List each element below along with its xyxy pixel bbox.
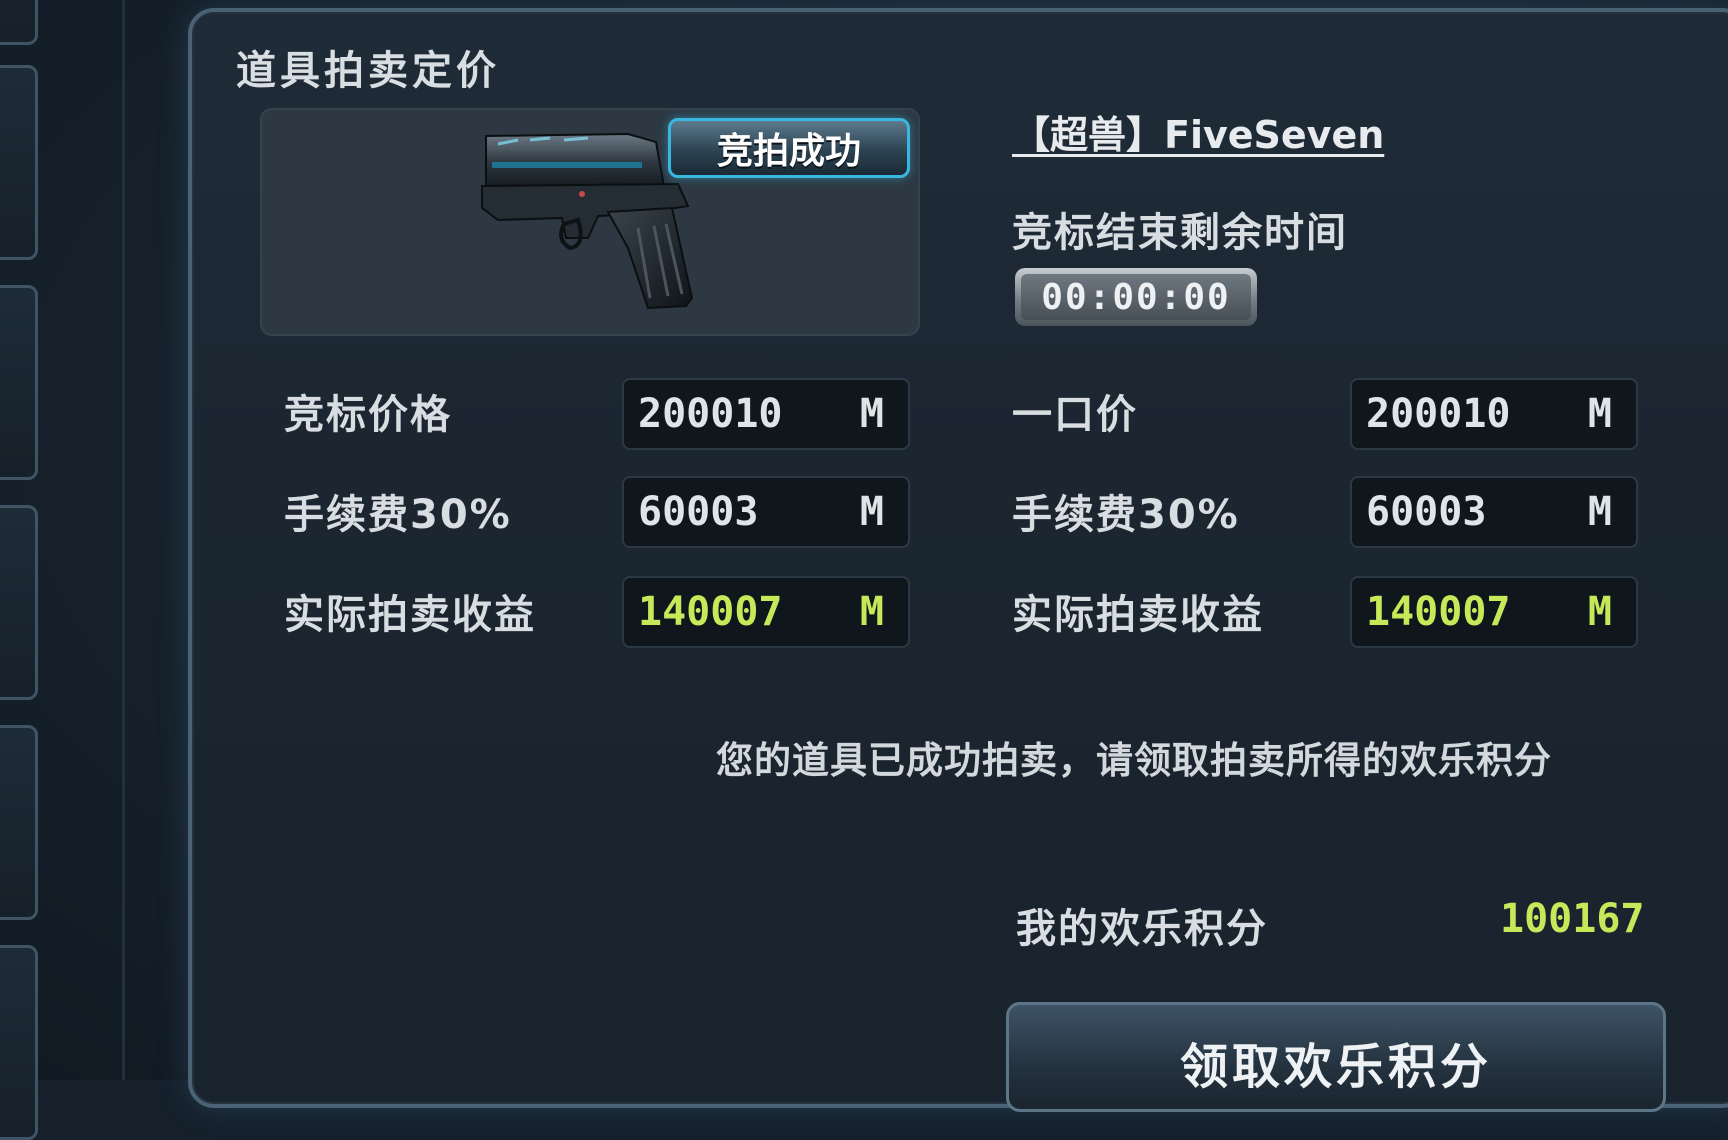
success-message: 您的道具已成功拍卖，请领取拍卖所得的欢乐积分 <box>716 739 1552 782</box>
buyout-fee-label: 手续费30% <box>1012 492 1240 538</box>
my-score-label: 我的欢乐积分 <box>1016 906 1268 952</box>
item-name-link[interactable]: 【超兽】FiveSeven <box>1012 104 1384 159</box>
currency-unit: M <box>1587 489 1612 535</box>
fee-value: 60003 <box>638 489 759 535</box>
currency-unit: M <box>859 391 884 437</box>
income-field: 140007 M <box>622 576 910 648</box>
currency-unit: M <box>859 589 884 635</box>
divider <box>122 0 125 1080</box>
timer-label: 竞标结束剩余时间 <box>1012 210 1348 256</box>
currency-unit: M <box>1587 391 1612 437</box>
currency-unit: M <box>859 489 884 535</box>
buyout-price-field: 200010 M <box>1350 378 1638 450</box>
side-tab[interactable] <box>0 725 38 920</box>
side-tab[interactable] <box>0 285 38 480</box>
bid-price-label: 竞标价格 <box>284 392 452 438</box>
my-score-value: 100167 <box>1500 896 1645 942</box>
panel-title: 道具拍卖定价 <box>236 48 500 94</box>
currency-unit: M <box>1587 589 1612 635</box>
buyout-income-label: 实际拍卖收益 <box>1012 592 1264 638</box>
buyout-price-value: 200010 <box>1366 391 1511 437</box>
buyout-price-label: 一口价 <box>1012 392 1138 438</box>
claim-points-button[interactable]: 领取欢乐积分 <box>1006 1002 1666 1112</box>
countdown-timer: 00:00:00 <box>1015 268 1257 326</box>
income-label: 实际拍卖收益 <box>284 592 536 638</box>
side-tab[interactable] <box>0 945 38 1140</box>
buyout-income-field: 140007 M <box>1350 576 1638 648</box>
buyout-fee-field: 60003 M <box>1350 476 1638 548</box>
timer-value: 00:00:00 <box>1021 274 1251 320</box>
income-value: 140007 <box>638 589 783 635</box>
bid-price-value: 200010 <box>638 391 783 437</box>
side-tab[interactable] <box>0 0 38 45</box>
auction-success-badge: 竞拍成功 <box>668 118 910 178</box>
bid-price-field: 200010 M <box>622 378 910 450</box>
buyout-fee-value: 60003 <box>1366 489 1487 535</box>
fee-label: 手续费30% <box>284 492 512 538</box>
buyout-income-value: 140007 <box>1366 589 1511 635</box>
fee-field: 60003 M <box>622 476 910 548</box>
side-tab[interactable] <box>0 505 38 700</box>
side-tab[interactable] <box>0 65 38 260</box>
